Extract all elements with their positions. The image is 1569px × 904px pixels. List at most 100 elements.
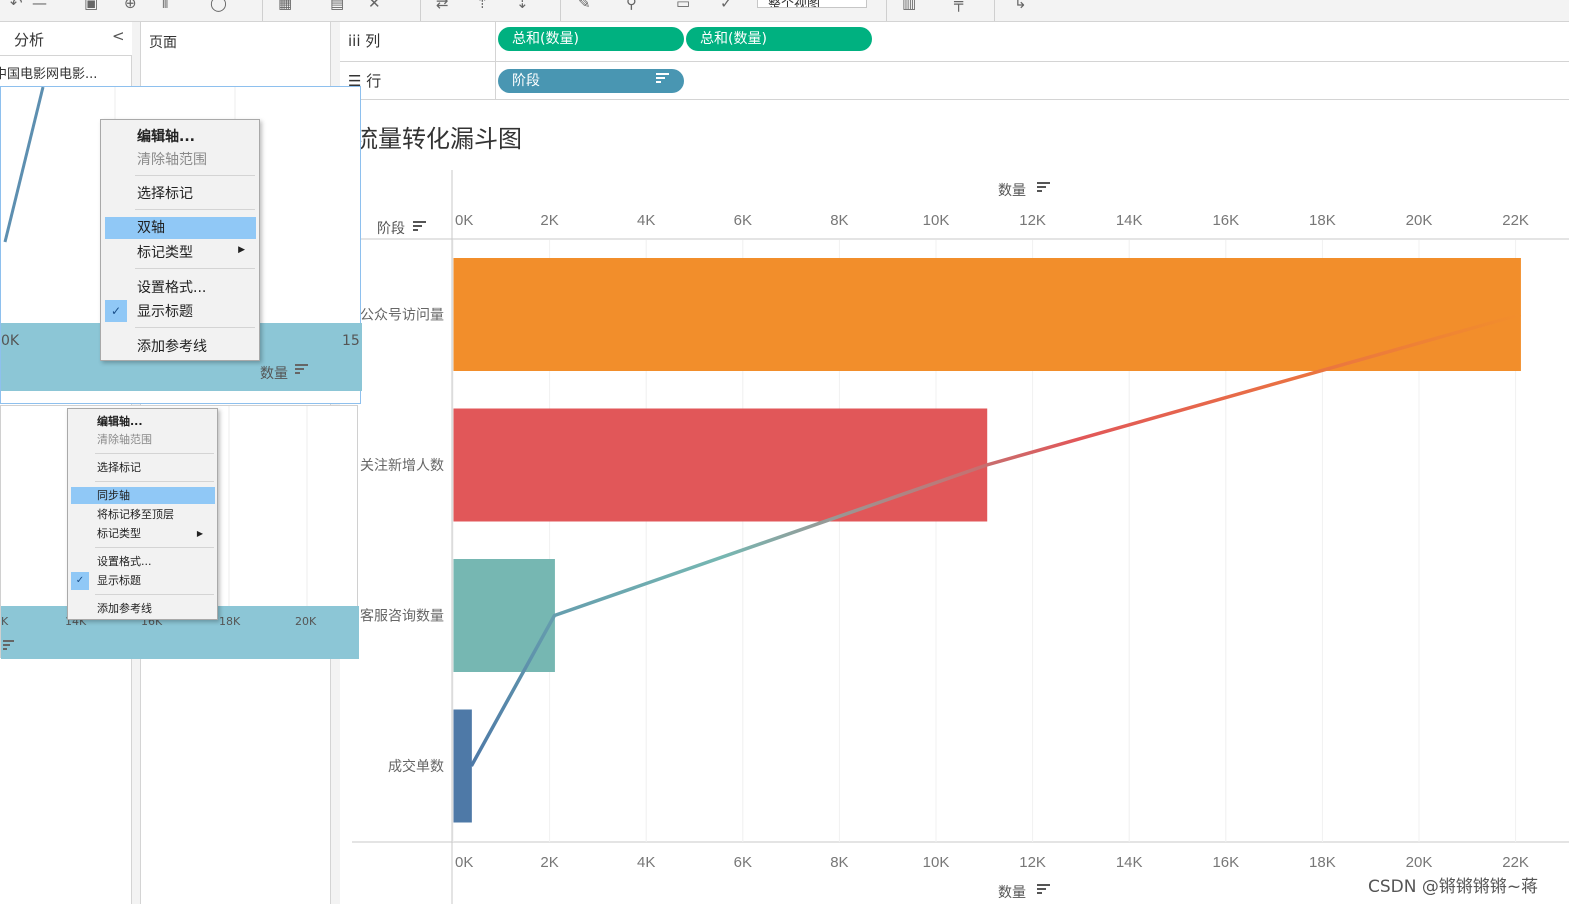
new-datasource-icon[interactable]: ⊕ [124, 0, 137, 12]
sort-descending-icon[interactable] [1037, 182, 1050, 192]
submenu-arrow-icon: ▶ [238, 245, 245, 255]
menu-separator [95, 594, 214, 595]
menu-select-marks[interactable]: 选择标记 [68, 459, 217, 477]
columns-shelf[interactable]: iii 列 总和(数量) 总和(数量) [340, 22, 1569, 62]
highlight-icon[interactable]: ✎ [578, 0, 591, 12]
pause-icon[interactable]: ⫴ [162, 0, 168, 12]
menu-add-reference-line[interactable]: 添加参考线 [101, 336, 259, 358]
toolbar: ↶ — ▣ ⊕ ⫴ ◯ ▦ ▤ ✕ ⇄ ⇡ ⇣ ✎ ⚲ ▭ ✓ 整个视图 ▥ ╤… [0, 0, 1569, 22]
line-series [469, 312, 1521, 767]
columns-label: 列 [365, 32, 381, 50]
analysis-header: 分析 < [0, 22, 132, 56]
menu-clear-axis-range: 清除轴范围 [137, 152, 207, 168]
preview-tick-label: 0K [1, 333, 20, 349]
preview-line-mark [3, 87, 45, 243]
columns-pill-sum-quantity-1[interactable]: 总和(数量) [498, 27, 684, 51]
new-worksheet-icon[interactable]: ▦ [278, 0, 292, 12]
bar [453, 709, 472, 823]
sort-descending-icon[interactable] [295, 363, 309, 379]
axis-context-menu-1: 编辑轴... 清除轴范围 选择标记 双轴 标记类型 ▶ 设置格式... ✓ 显示… [100, 119, 260, 361]
toolbar-divider [994, 0, 995, 21]
x-tick-label-bottom: 22K [1502, 854, 1529, 871]
sort-desc-icon[interactable]: ⇣ [516, 0, 529, 12]
menu-separator [95, 547, 214, 548]
x-tick-label-top: 18K [1309, 212, 1336, 229]
category-label: 公众号访问量 [360, 308, 444, 324]
save-icon[interactable]: ▣ [84, 0, 98, 12]
labels-icon[interactable]: ▭ [676, 0, 690, 12]
menu-show-header[interactable]: 显示标题 [101, 301, 259, 323]
x-tick-label-bottom: 16K [1212, 854, 1239, 871]
data-source-item[interactable]: 中国电影网电影... [0, 63, 132, 82]
preview-tick-label: 18K [219, 615, 241, 628]
x-tick-label-bottom: 2K [540, 854, 558, 871]
menu-mark-type-label: 标记类型 [137, 245, 193, 261]
preview-tick-label: 20K [295, 615, 317, 628]
menu-mark-type[interactable]: 标记类型 ▶ [101, 242, 259, 264]
sort-descending-icon[interactable] [3, 638, 15, 654]
rows-label: 行 [366, 72, 382, 90]
menu-separator [135, 209, 255, 210]
rows-shelf[interactable]: ☰ 行 阶段 [340, 62, 1569, 100]
sort-asc-icon[interactable]: ⇡ [476, 0, 489, 12]
redo-icon[interactable]: — [32, 0, 47, 12]
x-tick-label-top: 16K [1212, 212, 1239, 229]
menu-format[interactable]: 设置格式... [101, 277, 259, 299]
x-tick-label-bottom: 10K [923, 854, 950, 871]
columns-shelf-label: iii 列 [348, 30, 380, 51]
duplicate-icon[interactable]: ▤ [330, 0, 344, 12]
menu-edit-axis[interactable]: 编辑轴... [68, 413, 217, 431]
refresh-icon[interactable]: ◯ [210, 0, 227, 12]
category-label: 成交单数 [388, 758, 444, 775]
worksheet: 流量转化漏斗图 数量 数量 阶段 0K 0K 2K 2K 4K 4K 6K 6K 8K 8K 10K 10K 1… [340, 100, 1569, 904]
share-icon[interactable]: ↳ [1014, 0, 1027, 12]
funnel-chart: 流量转化漏斗图数量数量阶段 0K0K2K2K4K4K6K6K8K8K10K10K1… [352, 125, 1569, 904]
menu-separator [135, 268, 255, 269]
preview-tick-label: K [1, 615, 9, 628]
collapse-icon[interactable]: < [112, 27, 125, 45]
show-cards-icon[interactable]: ▥ [902, 0, 916, 12]
columns-pill-sum-quantity-2[interactable]: 总和(数量) [686, 27, 872, 51]
analysis-tab[interactable]: 分析 [14, 29, 44, 50]
menu-synchronize-axis[interactable]: 同步轴 [71, 487, 215, 504]
pages-title: 页面 [149, 35, 177, 51]
menu-select-marks[interactable]: 选择标记 [101, 183, 259, 205]
axis-context-menu-2: 编辑轴... 清除轴范围 选择标记 同步轴 将标记移至顶层 标记类型 ▶ 设置格… [67, 408, 218, 620]
pin-icon[interactable]: ✓ [720, 0, 733, 12]
x-tick-label-top: 20K [1406, 212, 1433, 229]
menu-show-header[interactable]: 显示标题 [68, 572, 217, 590]
group-icon[interactable]: ⚲ [626, 0, 637, 12]
x-tick-label-bottom: 8K [830, 854, 848, 871]
menu-mark-type-label: 标记类型 [97, 527, 141, 540]
toolbar-divider [420, 0, 421, 21]
toolbar-divider [262, 0, 263, 21]
sort-descending-icon[interactable] [656, 69, 670, 93]
clear-sheet-icon[interactable]: ✕ [368, 0, 381, 12]
menu-move-marks-to-front[interactable]: 将标记移至顶层 [68, 506, 217, 524]
menu-mark-type[interactable]: 标记类型 ▶ [68, 525, 217, 543]
menu-edit-axis[interactable]: 编辑轴... [101, 126, 259, 148]
sort-descending-icon[interactable] [1037, 884, 1050, 894]
preview-tick-label: 15 [342, 333, 360, 349]
rows-pill-stage[interactable]: 阶段 [498, 69, 684, 93]
presentation-icon[interactable]: ╤ [954, 0, 963, 12]
menu-format[interactable]: 设置格式... [68, 553, 217, 571]
columns-icon: iii [348, 32, 361, 50]
menu-add-reference-line[interactable]: 添加参考线 [68, 600, 217, 618]
category-label: 客服咨询数量 [360, 608, 444, 625]
toolbar-divider [886, 0, 887, 21]
x-axis-title-top: 数量 [998, 183, 1026, 199]
x-tick-label-bottom: 20K [1406, 854, 1433, 871]
submenu-arrow-icon: ▶ [196, 529, 203, 538]
swap-icon[interactable]: ⇄ [436, 0, 449, 12]
x-tick-label-top: 22K [1502, 212, 1529, 229]
sort-descending-icon[interactable] [413, 221, 426, 231]
x-tick-label-bottom: 14K [1116, 854, 1143, 871]
x-tick-label-bottom: 18K [1309, 854, 1336, 871]
menu-dual-axis[interactable]: 双轴 [105, 217, 256, 239]
bar [453, 408, 988, 522]
chart-title: 流量转化漏斗图 [354, 125, 522, 153]
x-tick-label-bottom: 6K [734, 854, 752, 871]
view-size-dropdown[interactable]: 整个视图 [757, 0, 867, 8]
undo-icon[interactable]: ↶ [10, 0, 23, 12]
